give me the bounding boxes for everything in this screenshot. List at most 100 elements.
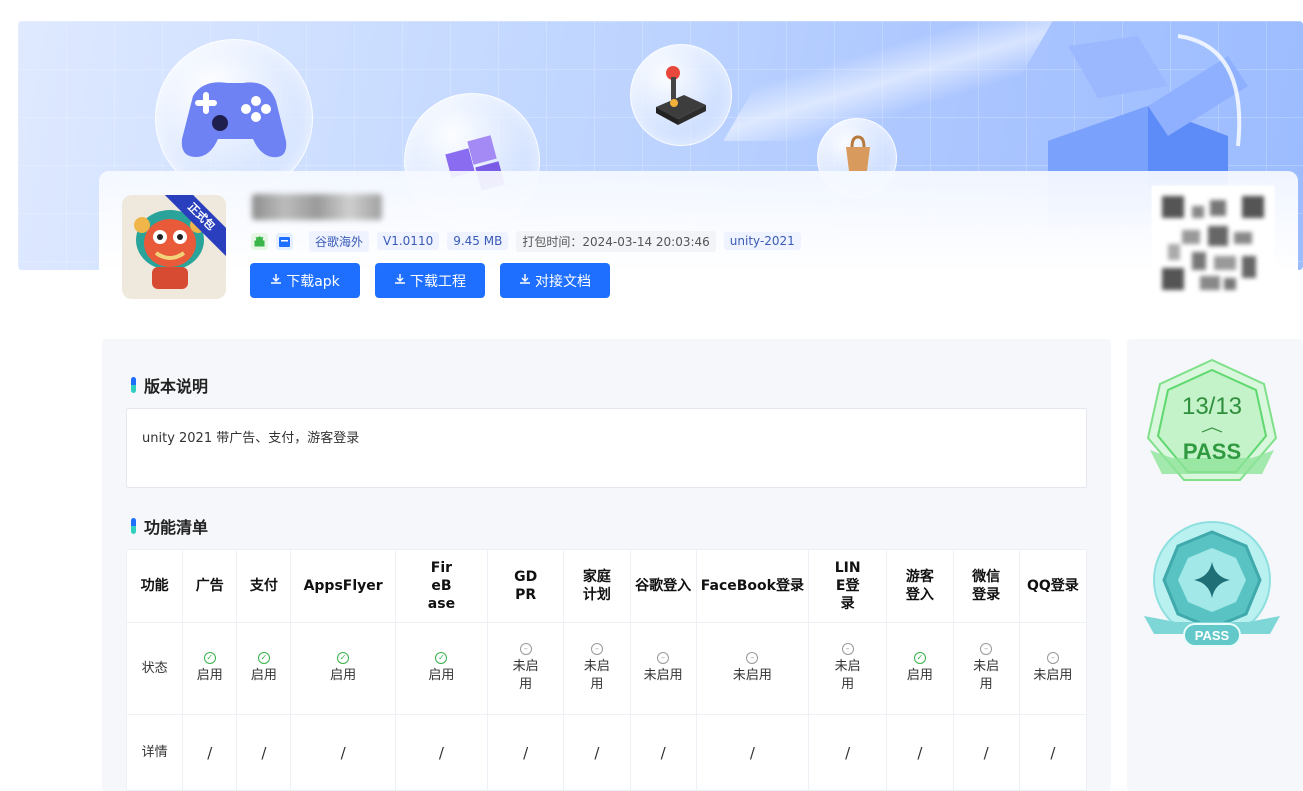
feature-status-5: – 未启用 (563, 622, 631, 715)
download-icon (394, 273, 406, 289)
check-circle-icon: ✓ (913, 652, 926, 664)
feature-status-11: – 未启用 (1018, 622, 1088, 715)
feature-header-0-text: 广告 (195, 578, 224, 594)
feature-status-0: ✓ 启用 (182, 622, 238, 715)
feature-header-11-text: QQ登录 (1026, 578, 1079, 594)
feature-detail-2: / (290, 714, 396, 791)
feature-status-text: 启用 (196, 668, 223, 683)
feature-header-2-text: AppsFlyer (303, 578, 383, 594)
feature-detail-6-text: / (660, 743, 666, 762)
feature-detail-3-text: / (438, 743, 444, 762)
feature-header-7-text: FaceBook登录 (700, 578, 804, 594)
feature-detail-11: / (1018, 714, 1088, 791)
feature-header-6-text: 谷歌登入 (635, 578, 692, 594)
row-label-status-text: 状态 (141, 660, 168, 676)
feature-status-text: 未启用 (1033, 668, 1073, 683)
download-project-label: 下载工程 (410, 273, 466, 290)
minus-circle-icon: – (841, 643, 854, 655)
feature-header-2: AppsFlyer (290, 549, 396, 623)
feature-detail-7: / (695, 714, 810, 791)
minus-circle-icon: – (1046, 652, 1059, 664)
minus-circle-icon: – (519, 643, 532, 655)
region-tag: 谷歌海外 (309, 230, 370, 252)
feature-status-1: ✓ 启用 (236, 622, 292, 715)
version-title-text: 版本说明 (144, 377, 209, 396)
feature-header-9: 游客登入 (886, 549, 954, 623)
check-circle-icon: ✓ (257, 652, 270, 664)
feature-detail-9: / (886, 714, 954, 791)
feature-status-text: 启用 (330, 668, 357, 683)
feature-header-1: 支付 (236, 549, 292, 623)
docs-label: 对接文档 (535, 273, 591, 290)
download-apk-button[interactable]: 下载apk (250, 263, 360, 298)
feature-status-text: 未启用 (512, 659, 539, 692)
version-tag: V1.0110 (377, 232, 440, 250)
qr-code-blurred[interactable] (1152, 186, 1274, 300)
feature-status-text: 启用 (428, 668, 455, 683)
feature-status-2: ✓ 启用 (290, 622, 396, 715)
check-circle-icon: ✓ (203, 652, 216, 664)
download-project-button[interactable]: 下载工程 (375, 263, 485, 298)
feature-detail-10: / (952, 714, 1020, 791)
joystick-icon (656, 66, 706, 125)
feature-header-3-text: FireBase (427, 560, 456, 612)
feature-table: 功能 广告 支付 AppsFlyer FireBase GDPR 家庭计划 谷歌登入 FaceB… (125, 549, 1088, 791)
feature-status-9: ✓ 启用 (886, 622, 954, 715)
feature-header-8: LINE登录 (808, 549, 888, 623)
engine-tag: unity-2021 (723, 232, 801, 250)
minus-circle-icon: – (746, 652, 759, 664)
feature-detail-0-text: / (207, 743, 213, 762)
feature-detail-11-text: / (1050, 743, 1056, 762)
feature-header-8-text: LINE登录 (834, 560, 861, 612)
feature-detail-8-text: / (845, 743, 851, 762)
feature-status-4: – 未启用 (487, 622, 565, 715)
download-apk-label: 下载apk (286, 273, 340, 290)
feature-status-text: 未启用 (643, 668, 683, 683)
docs-button[interactable]: 对接文档 (500, 263, 610, 298)
feature-detail-7-text: / (749, 743, 755, 762)
minus-circle-icon: – (980, 643, 993, 655)
feature-header-10-text: 微信登录 (972, 569, 1001, 603)
download-icon (519, 273, 531, 289)
feature-header-7: FaceBook登录 (695, 549, 810, 623)
row-label-feature-text: 功能 (140, 578, 169, 594)
check-circle-icon: ✓ (337, 652, 350, 664)
feature-status-6: – 未启用 (629, 622, 697, 715)
check-circle-icon: ✓ (435, 652, 448, 664)
app-icon: 正式包 (122, 195, 226, 299)
feature-detail-0: / (182, 714, 238, 791)
feature-status-text: 启用 (250, 668, 277, 683)
feature-header-4: GDPR (487, 549, 565, 623)
lion-mascot-icon (122, 195, 226, 299)
feature-header-9-text: 游客登入 (905, 569, 934, 603)
feature-detail-1: / (236, 714, 292, 791)
feature-status-text: 未启用 (583, 659, 610, 692)
feature-section-title: 功能清单 (131, 514, 208, 538)
score-text: 13/13 (1182, 393, 1242, 420)
feature-detail-5: / (563, 714, 631, 791)
minus-circle-icon: – (657, 652, 670, 664)
feature-detail-1-text: / (261, 743, 267, 762)
android-icon (251, 232, 268, 250)
app-name-blurred (252, 194, 382, 220)
feature-header-4-text: GDPR (514, 569, 538, 603)
feature-header-5: 家庭计划 (563, 549, 631, 623)
feature-header-6: 谷歌登入 (629, 549, 697, 623)
size-tag: 9.45 MB (447, 232, 509, 250)
feature-detail-4-text: / (523, 743, 529, 762)
app-meta: 谷歌海外 V1.0110 9.45 MB 打包时间：2024-03-14 20:… (251, 230, 801, 252)
feature-detail-6: / (629, 714, 697, 791)
feature-header-3: FireBase (394, 549, 489, 623)
store-icon (276, 232, 293, 250)
version-section-title: 版本说明 (131, 373, 208, 397)
minus-circle-icon: – (590, 643, 603, 655)
feature-detail-9-text: / (917, 743, 923, 762)
feature-header-1-text: 支付 (249, 578, 278, 594)
feature-status-7: – 未启用 (695, 622, 810, 715)
feature-detail-2-text: / (340, 743, 346, 762)
score-pass-badge: 13/13 PASS (1146, 358, 1278, 481)
row-label-feature: 功能 (125, 549, 184, 623)
feature-detail-3: / (394, 714, 489, 791)
feature-header-11: QQ登录 (1018, 549, 1088, 623)
row-label-detail-text: 详情 (141, 744, 168, 760)
